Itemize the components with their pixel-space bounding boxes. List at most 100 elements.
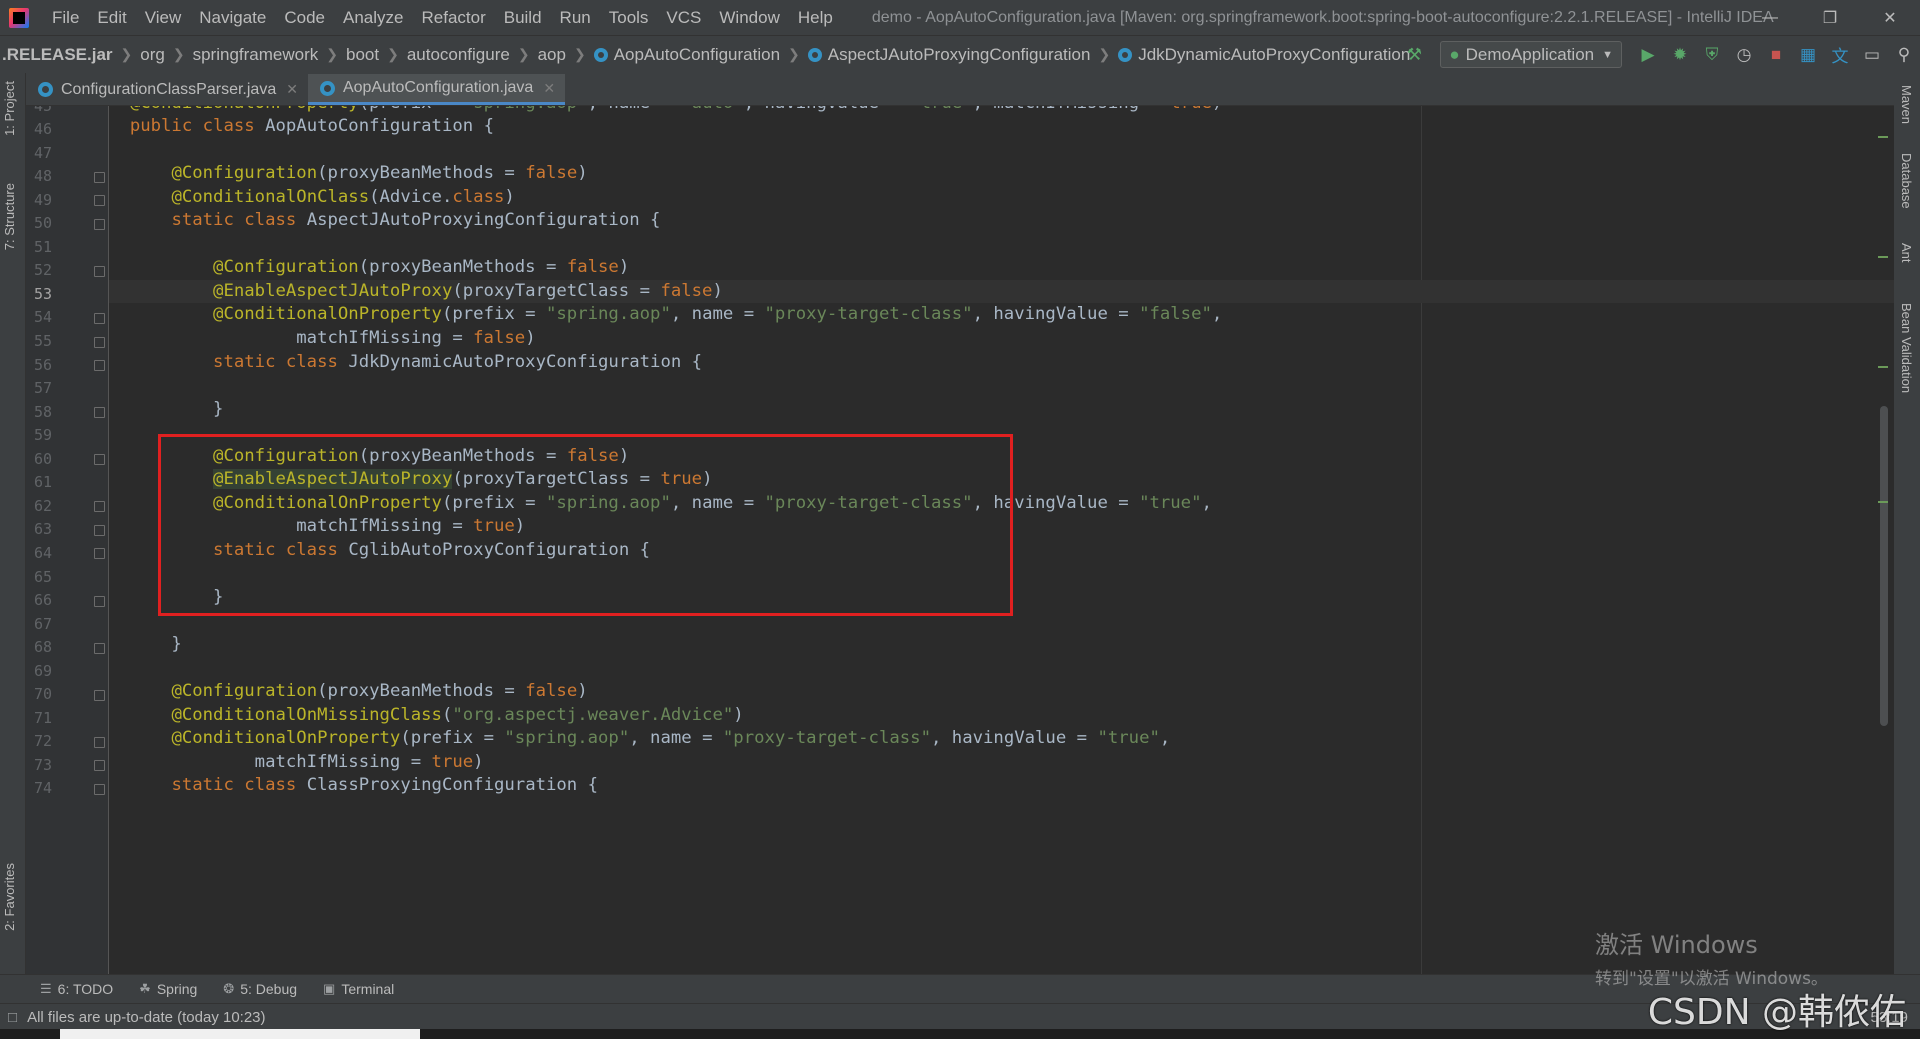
layout-toggle-icon[interactable]: □: [8, 1009, 17, 1026]
code-line[interactable]: matchIfMissing = false): [109, 327, 1894, 351]
project-structure-icon[interactable]: ▦: [1792, 36, 1824, 73]
code-line[interactable]: }: [109, 633, 1894, 657]
menu-refactor[interactable]: Refactor: [412, 8, 494, 28]
code-line[interactable]: @ConditionalOnProperty(prefix = "spring.…: [109, 303, 1894, 327]
breadcrumb-item[interactable]: org: [140, 45, 165, 65]
fold-marker-icon[interactable]: [94, 548, 105, 560]
code-line[interactable]: @Configuration(proxyBeanMethods = false): [109, 162, 1894, 186]
breadcrumb-item[interactable]: springframework: [193, 45, 319, 65]
code-line[interactable]: matchIfMissing = true): [109, 751, 1894, 775]
code-line[interactable]: static class ClassProxyingConfiguration …: [109, 774, 1894, 798]
menu-navigate[interactable]: Navigate: [190, 8, 275, 28]
close-icon[interactable]: ✕: [286, 81, 298, 98]
fold-marker-icon[interactable]: [94, 312, 105, 324]
breadcrumb-item[interactable]: .RELEASE.jar: [2, 45, 113, 65]
menu-view[interactable]: View: [136, 8, 191, 28]
line-gutter[interactable]: 4546474849505152535455565758596061626364…: [26, 106, 109, 974]
fold-marker-icon[interactable]: [94, 783, 105, 795]
code-line[interactable]: [109, 563, 1894, 587]
code-line[interactable]: [109, 421, 1894, 445]
menu-file[interactable]: File: [43, 8, 88, 28]
run-icon[interactable]: ▶: [1632, 36, 1664, 73]
ant-tool-tab[interactable]: Ant: [1899, 243, 1914, 263]
structure-tool-tab[interactable]: 7: Structure: [2, 183, 17, 250]
code-line[interactable]: [109, 139, 1894, 163]
menu-tools[interactable]: Tools: [600, 8, 658, 28]
tool-button-terminal[interactable]: ▣ Terminal: [317, 981, 400, 997]
tool-button-spring[interactable]: ☘ Spring: [133, 981, 203, 997]
close-icon[interactable]: ✕: [543, 80, 555, 97]
code-line[interactable]: static class CglibAutoProxyConfiguration…: [109, 539, 1894, 563]
code-line[interactable]: matchIfMissing = true): [109, 515, 1894, 539]
code-line[interactable]: @ConditionalOnProperty(prefix = "spring.…: [109, 727, 1894, 751]
menu-help[interactable]: Help: [789, 8, 842, 28]
breadcrumb-item[interactable]: AspectJAutoProxyingConfiguration: [807, 45, 1090, 65]
presentation-icon[interactable]: ▭: [1856, 36, 1888, 73]
close-window-icon[interactable]: ✕: [1860, 0, 1920, 35]
code-line[interactable]: @Configuration(proxyBeanMethods = false): [109, 256, 1894, 280]
project-tool-tab[interactable]: 1: Project: [2, 81, 17, 136]
fold-marker-icon[interactable]: [94, 595, 105, 607]
breadcrumb-item[interactable]: boot: [346, 45, 379, 65]
code-line[interactable]: @ConditionalOnProperty(prefix = "spring.…: [109, 492, 1894, 516]
code-line[interactable]: [109, 374, 1894, 398]
stop-icon[interactable]: ■: [1760, 36, 1792, 73]
fold-marker-icon[interactable]: [94, 524, 105, 536]
code-line[interactable]: @EnableAspectJAutoProxy(proxyTargetClass…: [109, 279, 1894, 304]
fold-marker-icon[interactable]: [94, 218, 105, 230]
translate-icon[interactable]: 文: [1824, 36, 1856, 73]
menu-run[interactable]: Run: [551, 8, 600, 28]
code-line[interactable]: [109, 233, 1894, 257]
code-line[interactable]: @Configuration(proxyBeanMethods = false): [109, 680, 1894, 704]
menu-analyze[interactable]: Analyze: [334, 8, 412, 28]
tool-button-5-debug[interactable]: ❂ 5: Debug: [217, 981, 303, 997]
fold-marker-icon[interactable]: [94, 336, 105, 348]
tool-button-6-todo[interactable]: ☰ 6: TODO: [34, 981, 119, 997]
code-line[interactable]: }: [109, 398, 1894, 422]
bean-validation-tool-tab[interactable]: Bean Validation: [1899, 303, 1914, 393]
menu-code[interactable]: Code: [275, 8, 334, 28]
code-line[interactable]: @ConditionalOnProperty(prefix = "spring.…: [109, 106, 1894, 115]
code-line[interactable]: static class JdkDynamicAutoProxyConfigur…: [109, 351, 1894, 375]
restore-icon[interactable]: ❐: [1800, 0, 1860, 35]
fold-marker-icon[interactable]: [94, 760, 105, 772]
breadcrumb-item[interactable]: aop: [538, 45, 566, 65]
menu-build[interactable]: Build: [495, 8, 551, 28]
code-line[interactable]: @Configuration(proxyBeanMethods = false): [109, 445, 1894, 469]
fold-marker-icon[interactable]: [94, 407, 105, 419]
code-line[interactable]: [109, 657, 1894, 681]
fold-marker-icon[interactable]: [94, 501, 105, 513]
fold-marker-icon[interactable]: [94, 736, 105, 748]
maven-tool-tab[interactable]: Maven: [1899, 85, 1914, 124]
fold-marker-icon[interactable]: [94, 689, 105, 701]
breadcrumb-item[interactable]: autoconfigure: [407, 45, 510, 65]
profile-icon[interactable]: ◷: [1728, 36, 1760, 73]
fold-marker-icon[interactable]: [94, 454, 105, 466]
fold-marker-icon[interactable]: [94, 642, 105, 654]
coverage-icon[interactable]: ⛨: [1696, 36, 1728, 73]
code-line[interactable]: @ConditionalOnMissingClass("org.aspectj.…: [109, 704, 1894, 728]
fold-marker-icon[interactable]: [94, 265, 105, 277]
code-line[interactable]: [109, 610, 1894, 634]
fold-marker-icon[interactable]: [94, 360, 105, 372]
code-line[interactable]: @ConditionalOnClass(Advice.class): [109, 186, 1894, 210]
build-hammer-icon[interactable]: ⚒: [1398, 36, 1430, 73]
tab-configurationclassparser[interactable]: ConfigurationClassParser.java ✕: [26, 74, 308, 105]
vertical-scrollbar[interactable]: [1878, 106, 1890, 974]
code-editor[interactable]: 4546474849505152535455565758596061626364…: [26, 106, 1894, 974]
favorites-tool-tab[interactable]: 2: Favorites: [2, 863, 17, 931]
code-line[interactable]: }: [109, 586, 1894, 610]
menu-window[interactable]: Window: [710, 8, 788, 28]
fold-marker-icon[interactable]: [94, 171, 105, 183]
fold-marker-icon[interactable]: [94, 195, 105, 207]
tab-aopautoconfiguration[interactable]: AopAutoConfiguration.java ✕: [307, 74, 566, 105]
search-icon[interactable]: ⚲: [1888, 36, 1920, 73]
scrollbar-thumb[interactable]: [1880, 406, 1888, 726]
code-line[interactable]: public class AopAutoConfiguration {: [109, 115, 1894, 139]
breadcrumb-item[interactable]: JdkDynamicAutoProxyConfiguration: [1118, 45, 1410, 65]
breadcrumb-item[interactable]: AopAutoConfiguration: [593, 45, 780, 65]
run-config-dropdown[interactable]: ● DemoApplication ▼: [1440, 41, 1622, 68]
code-line[interactable]: static class AspectJAutoProxyingConfigur…: [109, 209, 1894, 233]
database-tool-tab[interactable]: Database: [1899, 153, 1914, 209]
minimize-icon[interactable]: —: [1740, 0, 1800, 35]
